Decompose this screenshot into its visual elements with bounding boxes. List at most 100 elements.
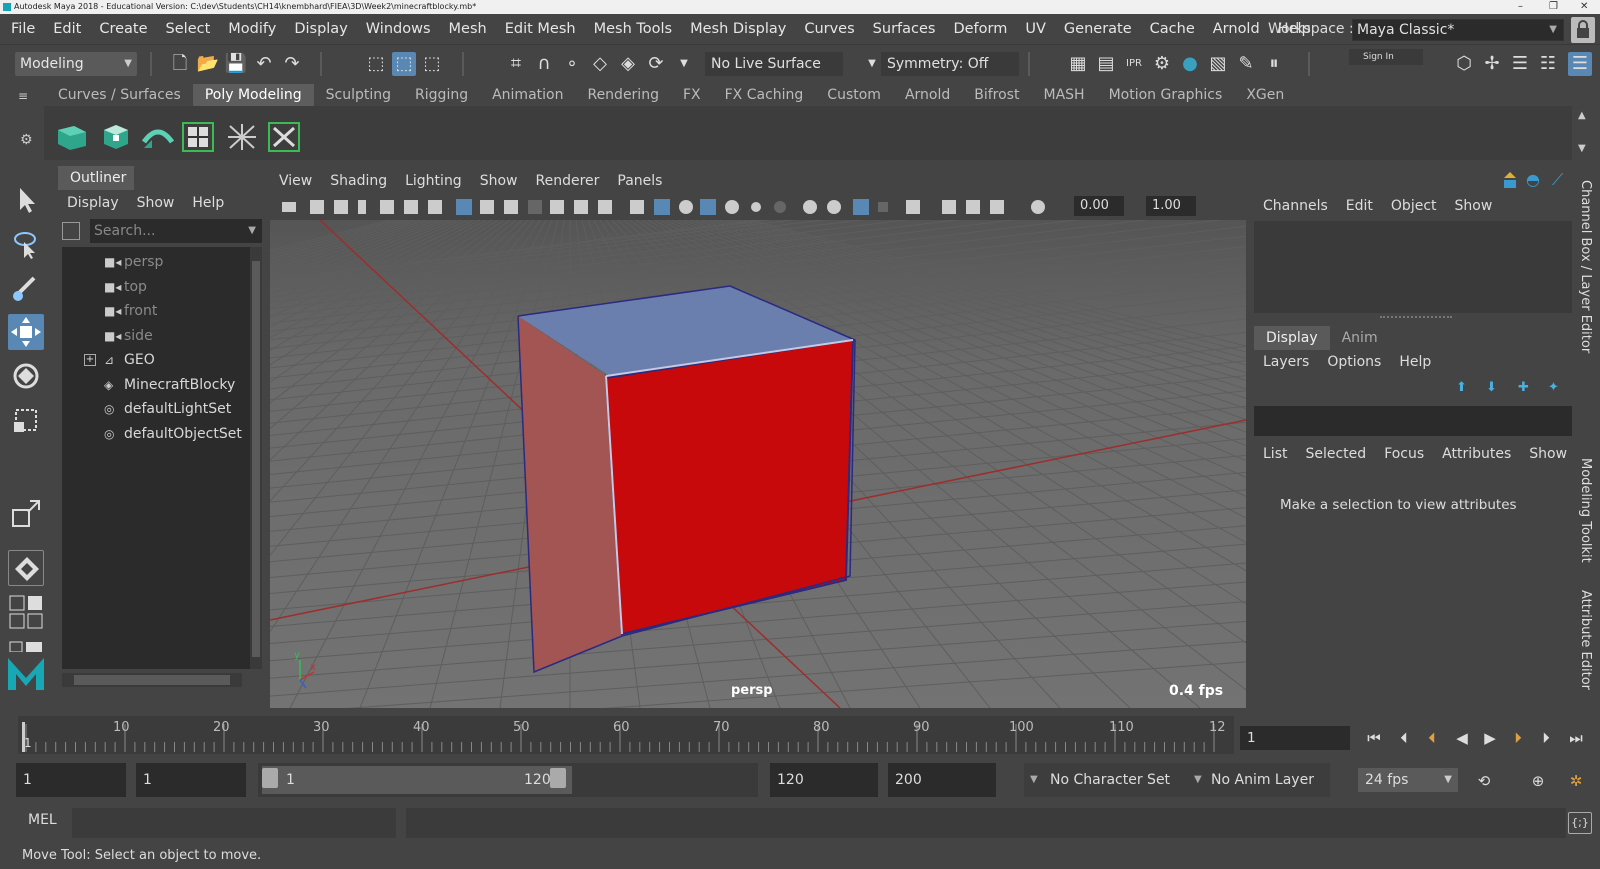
side-tab-modeling-toolkit[interactable]: Modeling Toolkit xyxy=(1578,458,1593,563)
snap-view-plane-icon[interactable]: ◇ xyxy=(588,52,612,76)
arnold-render-icon[interactable]: ▧ xyxy=(1206,52,1230,76)
channel-box-icon[interactable]: ☰ xyxy=(1568,52,1592,76)
move-layer-up-icon[interactable]: ⬆ xyxy=(1456,380,1474,396)
target-weld-icon[interactable] xyxy=(226,122,258,152)
attr-menu-list[interactable]: List xyxy=(1254,442,1296,466)
menu-mesh-tools[interactable]: Mesh Tools xyxy=(585,14,682,44)
scrollbar-thumb[interactable] xyxy=(252,261,260,657)
range-end-handle[interactable] xyxy=(550,768,566,788)
menu-deform[interactable]: Deform xyxy=(944,14,1016,44)
render-view-icon[interactable]: ▦ xyxy=(1066,52,1090,76)
mel-input[interactable] xyxy=(72,808,396,838)
layer-menu-help[interactable]: Help xyxy=(1390,350,1440,374)
animation-start-field[interactable]: 1 xyxy=(16,763,126,797)
menu-surfaces[interactable]: Surfaces xyxy=(864,14,945,44)
attr-menu-selected[interactable]: Selected xyxy=(1296,442,1375,466)
menu-select[interactable]: Select xyxy=(157,14,220,44)
playback-start-field[interactable]: 1 xyxy=(136,763,246,797)
snap-curve-icon[interactable]: ∩ xyxy=(532,52,556,76)
animation-end-field[interactable]: 200 xyxy=(888,763,996,797)
layer-tab-display[interactable]: Display xyxy=(1254,326,1330,350)
playback-end-field[interactable]: 120 xyxy=(770,763,878,797)
channel-menu-channels[interactable]: Channels xyxy=(1254,192,1337,220)
four-view-layout-icon[interactable] xyxy=(8,594,44,630)
outliner-tab[interactable]: Outliner xyxy=(58,166,134,190)
ipr-render-icon[interactable]: IPR xyxy=(1122,52,1146,76)
expand-icon[interactable]: + xyxy=(84,354,96,366)
outliner-item-geo[interactable]: ⊿ GEO xyxy=(104,349,155,371)
play-backwards-icon[interactable]: ◀ xyxy=(1450,727,1474,749)
menu-file[interactable]: File xyxy=(0,14,44,44)
shelf-menu-icon[interactable]: ≡ xyxy=(18,89,32,103)
viewport-menu-lighting[interactable]: Lighting xyxy=(396,168,471,194)
viewport-menu-show[interactable]: Show xyxy=(471,168,527,194)
menu-edit-mesh[interactable]: Edit Mesh xyxy=(496,14,585,44)
render-settings-icon[interactable]: ⚙ xyxy=(1150,52,1174,76)
splitter-handle[interactable] xyxy=(1380,316,1452,318)
shelf-tab-sculpting[interactable]: Sculpting xyxy=(314,84,403,106)
outliner-item-minecraftblocky[interactable]: ◈ MinecraftBlocky xyxy=(104,374,235,396)
redo-icon[interactable]: ↷ xyxy=(280,52,304,76)
exposure-field[interactable]: 0.00 xyxy=(1074,196,1124,216)
outliner-menu-display[interactable]: Display xyxy=(58,191,128,215)
multi-cut-icon[interactable] xyxy=(182,122,214,152)
loop-icon[interactable]: ⟲ xyxy=(1472,770,1496,792)
menu-cache[interactable]: Cache xyxy=(1141,14,1204,44)
select-objects-icon[interactable]: ⬚ xyxy=(392,52,416,76)
minimize-button[interactable]: – xyxy=(1518,0,1523,14)
workspace-dropdown[interactable]: Maya Classic* ▼ xyxy=(1352,19,1564,41)
single-perspective-layout-icon[interactable] xyxy=(8,550,44,586)
side-tab-attribute-editor[interactable]: Attribute Editor xyxy=(1578,590,1593,690)
outliner-menu-show[interactable]: Show xyxy=(128,191,184,215)
filter-icon[interactable] xyxy=(62,222,80,240)
play-forwards-icon[interactable]: ▶ xyxy=(1478,727,1502,749)
move-layer-down-icon[interactable]: ⬇ xyxy=(1486,380,1504,396)
live-surface-field[interactable]: No Live Surface xyxy=(705,52,843,76)
symmetry-field[interactable]: Symmetry: Off xyxy=(881,52,1019,76)
outliner-layout-icon[interactable] xyxy=(8,640,44,653)
shelf-tab-animation[interactable]: Animation xyxy=(480,84,575,106)
outliner-item-front[interactable]: ■◂ front xyxy=(104,300,157,322)
maximize-button[interactable]: ❐ xyxy=(1549,0,1558,14)
last-tool-icon[interactable] xyxy=(8,496,44,532)
close-button[interactable]: ✕ xyxy=(1580,0,1588,14)
animation-preferences-icon[interactable]: ✲ xyxy=(1564,770,1588,792)
shelf-tab-fx[interactable]: FX xyxy=(671,84,713,106)
paint-select-tool-icon[interactable] xyxy=(8,270,44,306)
new-layer-selected-icon[interactable]: ✦ xyxy=(1548,380,1566,396)
channel-box-icon[interactable] xyxy=(1500,170,1520,190)
select-tool-icon[interactable] xyxy=(8,182,44,218)
pause-render-icon[interactable]: ⏸ xyxy=(1262,52,1286,76)
shelf-settings-icon[interactable]: ⚙ xyxy=(20,132,33,148)
polygon-bridge-icon[interactable] xyxy=(141,122,175,152)
character-controls-icon[interactable]: ✢ xyxy=(1480,52,1504,76)
shelf-tab-motion-graphics[interactable]: Motion Graphics xyxy=(1097,84,1235,106)
undo-icon[interactable]: ↶ xyxy=(252,52,276,76)
workspace-lock-icon[interactable] xyxy=(1571,17,1595,43)
menu-curves[interactable]: Curves xyxy=(795,14,863,44)
menu-create[interactable]: Create xyxy=(90,14,156,44)
make-live-icon[interactable]: ◈ xyxy=(616,52,640,76)
shelf-tab-curves-surfaces[interactable]: Curves / Surfaces xyxy=(46,84,193,106)
character-set-dropdown[interactable]: ▼ No Character Set xyxy=(1024,763,1202,797)
current-frame-field[interactable]: 1 xyxy=(1240,726,1350,750)
shelf-tab-poly-modeling[interactable]: Poly Modeling xyxy=(192,84,314,106)
render-frame-icon[interactable]: ▤ xyxy=(1094,52,1118,76)
shelf-scroll-up-icon[interactable]: ▲ xyxy=(1578,110,1586,121)
auto-key-icon[interactable]: ⊕ xyxy=(1526,770,1550,792)
rotate-tool-icon[interactable] xyxy=(8,358,44,394)
outliner-item-persp[interactable]: ■◂ persp xyxy=(104,251,163,273)
sign-in-button[interactable]: Sign In xyxy=(1349,49,1423,65)
shelf-tab-mash[interactable]: MASH xyxy=(1031,84,1096,106)
snap-point-icon[interactable]: ∘ xyxy=(560,52,584,76)
scrollbar-thumb[interactable] xyxy=(74,675,230,685)
menu-mesh-display[interactable]: Mesh Display xyxy=(681,14,795,44)
menu-edit[interactable]: Edit xyxy=(44,14,90,44)
polygon-extrude-icon[interactable] xyxy=(56,122,88,152)
layer-menu-options[interactable]: Options xyxy=(1318,350,1390,374)
anim-layer-dropdown[interactable]: ▼ No Anim Layer xyxy=(1190,763,1330,797)
menu-modify[interactable]: Modify xyxy=(219,14,285,44)
layer-menu-layers[interactable]: Layers xyxy=(1254,350,1318,374)
shelf-tab-custom[interactable]: Custom xyxy=(815,84,893,106)
channel-menu-show[interactable]: Show xyxy=(1446,192,1502,220)
